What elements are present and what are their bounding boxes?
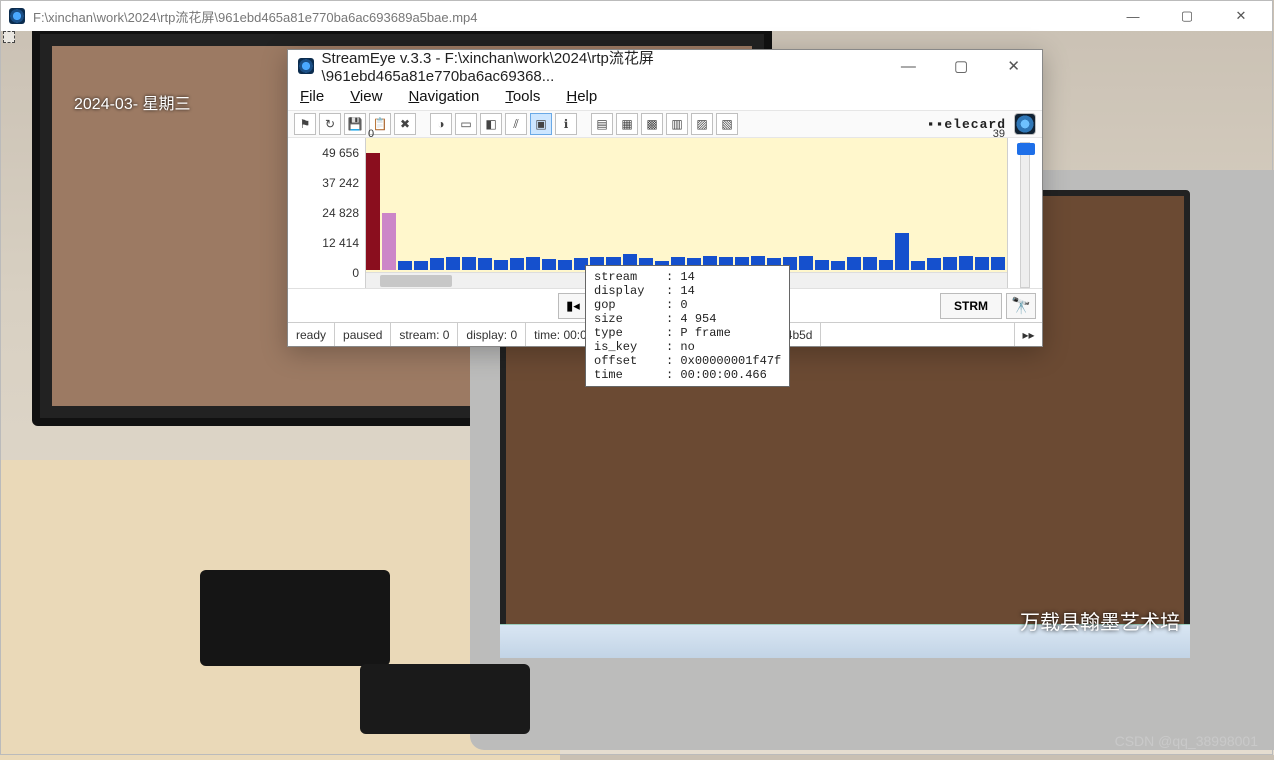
menu-navigation[interactable]: Navigation (406, 86, 481, 107)
selection-marquee (3, 31, 15, 43)
status-stream: stream: 0 (391, 323, 458, 346)
tool-view-b[interactable]: ◧ (480, 113, 502, 135)
chart-bar[interactable] (959, 256, 973, 270)
chart-bar[interactable] (815, 260, 829, 270)
tool-panel-2[interactable]: ▦ (616, 113, 638, 135)
status-paused: paused (335, 323, 391, 346)
media-player-titlebar[interactable]: F:\xinchan\work\2024\rtp流花屏\961ebd465a81… (1, 1, 1272, 31)
chart-bar[interactable] (943, 257, 957, 270)
chart-bar[interactable] (863, 257, 877, 270)
chart-bar[interactable] (462, 257, 476, 270)
chart-bar[interactable] (831, 261, 845, 270)
chart-bar[interactable] (526, 257, 540, 270)
chart-bar[interactable] (991, 257, 1005, 270)
ytick: 24 828 (322, 206, 359, 220)
chart-h-scrollthumb[interactable] (380, 275, 452, 287)
minimize-button[interactable]: — (1110, 1, 1156, 31)
streameye-icon (298, 58, 314, 74)
chart-bar[interactable] (510, 258, 524, 270)
csdn-watermark: CSDN @qq_38998001 (1115, 733, 1258, 749)
chart-bar[interactable] (414, 261, 428, 270)
tool-panel-4[interactable]: ▥ (666, 113, 688, 135)
menu-tools[interactable]: Tools (503, 86, 542, 107)
chart-bar[interactable] (558, 260, 572, 270)
zoom-thumb[interactable] (1017, 143, 1035, 155)
streameye-title: StreamEye v.3.3 - F:\xinchan\work\2024\r… (322, 47, 871, 85)
chart-bar[interactable] (446, 257, 460, 270)
tool-open[interactable]: ⚑ (294, 113, 316, 135)
chart-bar[interactable] (895, 233, 909, 270)
chart-bar[interactable] (975, 257, 989, 270)
chart-bar[interactable] (478, 258, 492, 270)
streameye-titlebar[interactable]: StreamEye v.3.3 - F:\xinchan\work\2024\r… (288, 50, 1042, 82)
frame-tooltip: stream : 14 display : 14 gop : 0 size : … (585, 265, 790, 387)
app-icon (9, 8, 25, 24)
tool-panel-5[interactable]: ▨ (691, 113, 713, 135)
toolbar: ⚑ ↻ 💾 📋 ✖ ◑ ▭ ◧ ⫽ ▣ ℹ ▤ ▦ ▩ ▥ ▨ ▧ ▪▪elec… (288, 110, 1042, 138)
chart-bar[interactable] (382, 213, 396, 270)
x-left: 0 (368, 128, 374, 140)
chart-bar[interactable] (799, 256, 813, 270)
chart-y-axis: 49 656 37 242 24 828 12 414 0 (288, 138, 366, 288)
tool-panel-1[interactable]: ▤ (591, 113, 613, 135)
chart-bar[interactable] (927, 258, 941, 270)
tool-panel-3[interactable]: ▩ (641, 113, 663, 135)
brand-eye-icon (1014, 113, 1036, 135)
se-close-button[interactable]: ✕ (991, 51, 1036, 81)
tool-view-a[interactable]: ▭ (455, 113, 477, 135)
chart-bar[interactable] (366, 153, 380, 270)
chart-bar[interactable] (847, 257, 861, 270)
chart-bar[interactable] (398, 261, 412, 270)
menu-bar[interactable]: File View Navigation Tools Help (288, 82, 1042, 110)
chart-bar[interactable] (542, 259, 556, 270)
tool-info[interactable]: ℹ (555, 113, 577, 135)
se-minimize-button[interactable]: — (886, 51, 931, 81)
close-button[interactable]: ✕ (1218, 1, 1264, 31)
ytick: 12 414 (322, 236, 359, 250)
tool-globe[interactable]: ◑ (430, 113, 452, 135)
ytick: 0 (352, 266, 359, 280)
tool-delete[interactable]: ✖ (394, 113, 416, 135)
tool-chart[interactable]: ⫽ (505, 113, 527, 135)
tool-reload[interactable]: ↻ (319, 113, 341, 135)
media-player-title: F:\xinchan\work\2024\rtp流花屏\961ebd465a81… (33, 7, 478, 26)
tool-panel-6[interactable]: ▧ (716, 113, 738, 135)
chart-zoom-slider[interactable] (1008, 138, 1042, 288)
menu-help[interactable]: Help (564, 86, 599, 107)
find-button[interactable]: 🔭 (1006, 293, 1036, 319)
menu-view[interactable]: View (348, 86, 384, 107)
step-prev-button[interactable]: ▮◂ (558, 293, 588, 319)
menu-file[interactable]: File (298, 86, 326, 107)
status-ready: ready (288, 323, 335, 346)
chart-bar[interactable] (430, 258, 444, 270)
chart-bar[interactable] (494, 260, 508, 270)
x-right: 39 (993, 128, 1005, 140)
tool-grid-selected[interactable]: ▣ (530, 113, 552, 135)
maximize-button[interactable]: ▢ (1164, 1, 1210, 31)
ytick: 37 242 (322, 176, 359, 190)
status-display: display: 0 (458, 323, 526, 346)
se-maximize-button[interactable]: ▢ (939, 51, 984, 81)
strm-button[interactable]: STRM (940, 293, 1002, 319)
status-forward-button[interactable]: ▸▸ (1014, 323, 1042, 346)
chart-bar[interactable] (911, 261, 925, 270)
ytick: 49 656 (322, 146, 359, 160)
tool-save[interactable]: 💾 (344, 113, 366, 135)
chart-bar[interactable] (879, 260, 893, 270)
